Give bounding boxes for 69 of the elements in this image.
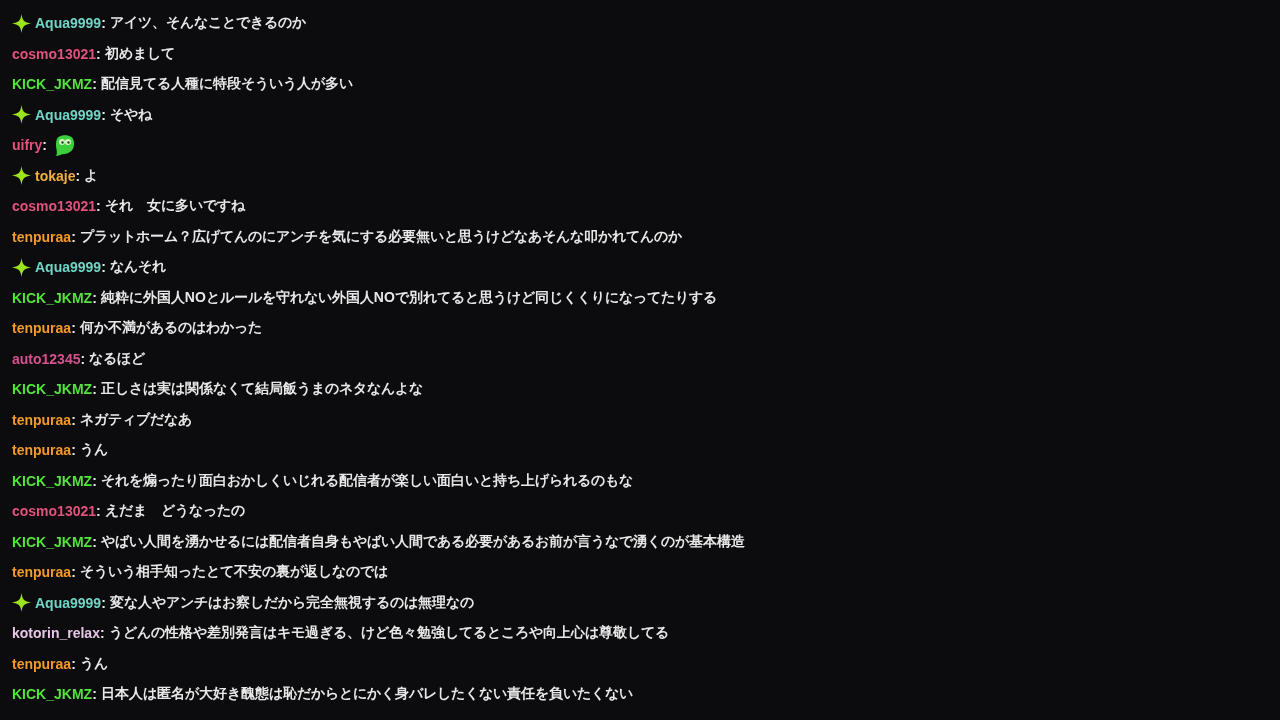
username[interactable]: KICK_JKMZ <box>12 472 93 489</box>
separator: : <box>101 594 106 611</box>
username[interactable]: uifry <box>12 137 43 154</box>
message-text: そういう相手知ったとて不安の裏が返しなのでは <box>79 563 388 582</box>
separator: : <box>101 259 106 276</box>
username[interactable]: cosmo13021 <box>12 503 97 520</box>
separator: : <box>75 167 81 184</box>
separator: : <box>71 228 76 245</box>
message-text: やばい人間を湧かせるには配信者自身もやばい人間である必要があるお前が言うなで湧くのが基本構造 <box>100 532 745 551</box>
separator: : <box>101 15 106 32</box>
username[interactable]: tenpuraa <box>12 564 72 581</box>
separator: : <box>96 198 101 215</box>
message-text: 何か不満があるのはわかった <box>79 319 262 338</box>
separator: : <box>92 381 97 398</box>
separator: : <box>99 625 105 642</box>
message-text: 変な人やアンチはお察しだから完全無視するのは無理なの <box>109 593 474 612</box>
username[interactable]: KICK_JKMZ <box>12 686 93 703</box>
separator: : <box>42 137 47 154</box>
username[interactable]: Aqua9999 <box>35 259 102 276</box>
separator: : <box>92 76 97 93</box>
separator: : <box>92 472 97 489</box>
username[interactable]: kotorin_relax <box>12 625 100 642</box>
username[interactable]: tenpuraa <box>12 320 72 337</box>
message-text: うん <box>79 654 108 673</box>
message-text: ネガティブだなあ <box>79 410 192 429</box>
separator: : <box>96 45 101 62</box>
separator: : <box>71 411 76 428</box>
message-text: うん <box>79 441 108 460</box>
separator: : <box>96 503 101 520</box>
username[interactable]: tenpuraa <box>12 442 72 459</box>
message-text: よ <box>84 166 99 185</box>
message-text: 日本人は匿名が大好き醜態は恥だからとにかく身バレしたくない責任を負いたくない <box>100 685 633 704</box>
username[interactable]: tenpuraa <box>12 655 72 672</box>
username[interactable]: KICK_JKMZ <box>12 381 93 398</box>
message-text: それを煽ったり面白おかしくいじれる配信者が楽しい面白いと持ち上げられるのもな <box>100 471 633 490</box>
message-text: プラットホーム？広げてんのにアンチを気にする必要無いと思うけどなあそんな叩かれてんのか <box>79 227 682 246</box>
message-text: そやね <box>109 105 152 124</box>
username[interactable]: KICK_JKMZ <box>12 289 93 306</box>
message-text: 純粋に外国人NOとルールを守れない外国人NOで別れてると思うけど同じくくりになってたりする <box>100 288 717 307</box>
username[interactable]: KICK_JKMZ <box>12 76 93 93</box>
username[interactable]: cosmo13021 <box>12 45 97 62</box>
username[interactable]: auto12345 <box>12 350 81 367</box>
username[interactable]: Aqua9999 <box>35 15 102 32</box>
username[interactable]: cosmo13021 <box>12 198 97 215</box>
username[interactable]: tokaje <box>35 167 76 184</box>
separator: : <box>92 533 97 550</box>
message-text: 正しさは実は関係なくて結局飯うまのネタなんよな <box>100 380 423 399</box>
message-text: アイツ、そんなことできるのか <box>109 14 306 33</box>
emote-icon <box>53 133 77 158</box>
username[interactable]: KICK_JKMZ <box>12 533 93 550</box>
username[interactable]: Aqua9999 <box>35 106 102 123</box>
separator: : <box>92 686 97 703</box>
username[interactable]: Aqua9999 <box>35 594 102 611</box>
message-text: えだま どうなったの <box>104 502 245 521</box>
message-text: 初めまして <box>104 44 175 63</box>
separator: : <box>71 564 76 581</box>
separator: : <box>71 320 76 337</box>
separator: : <box>92 289 97 306</box>
username[interactable]: tenpuraa <box>12 411 72 428</box>
separator: : <box>80 350 86 367</box>
message-text: なるほど <box>89 349 146 368</box>
message-text: 配信見てる人種に特段そういう人が多い <box>100 75 353 94</box>
message-text: うどんの性格や差別発言はキモ過ぎる、けど色々勉強してるところや向上心は尊敬してる <box>108 624 669 643</box>
message-text: それ 女に多いですね <box>104 197 245 216</box>
separator: : <box>71 655 76 672</box>
username[interactable]: tenpuraa <box>12 228 72 245</box>
message-text: なんそれ <box>109 258 166 277</box>
separator: : <box>101 106 106 123</box>
separator: : <box>71 442 76 459</box>
